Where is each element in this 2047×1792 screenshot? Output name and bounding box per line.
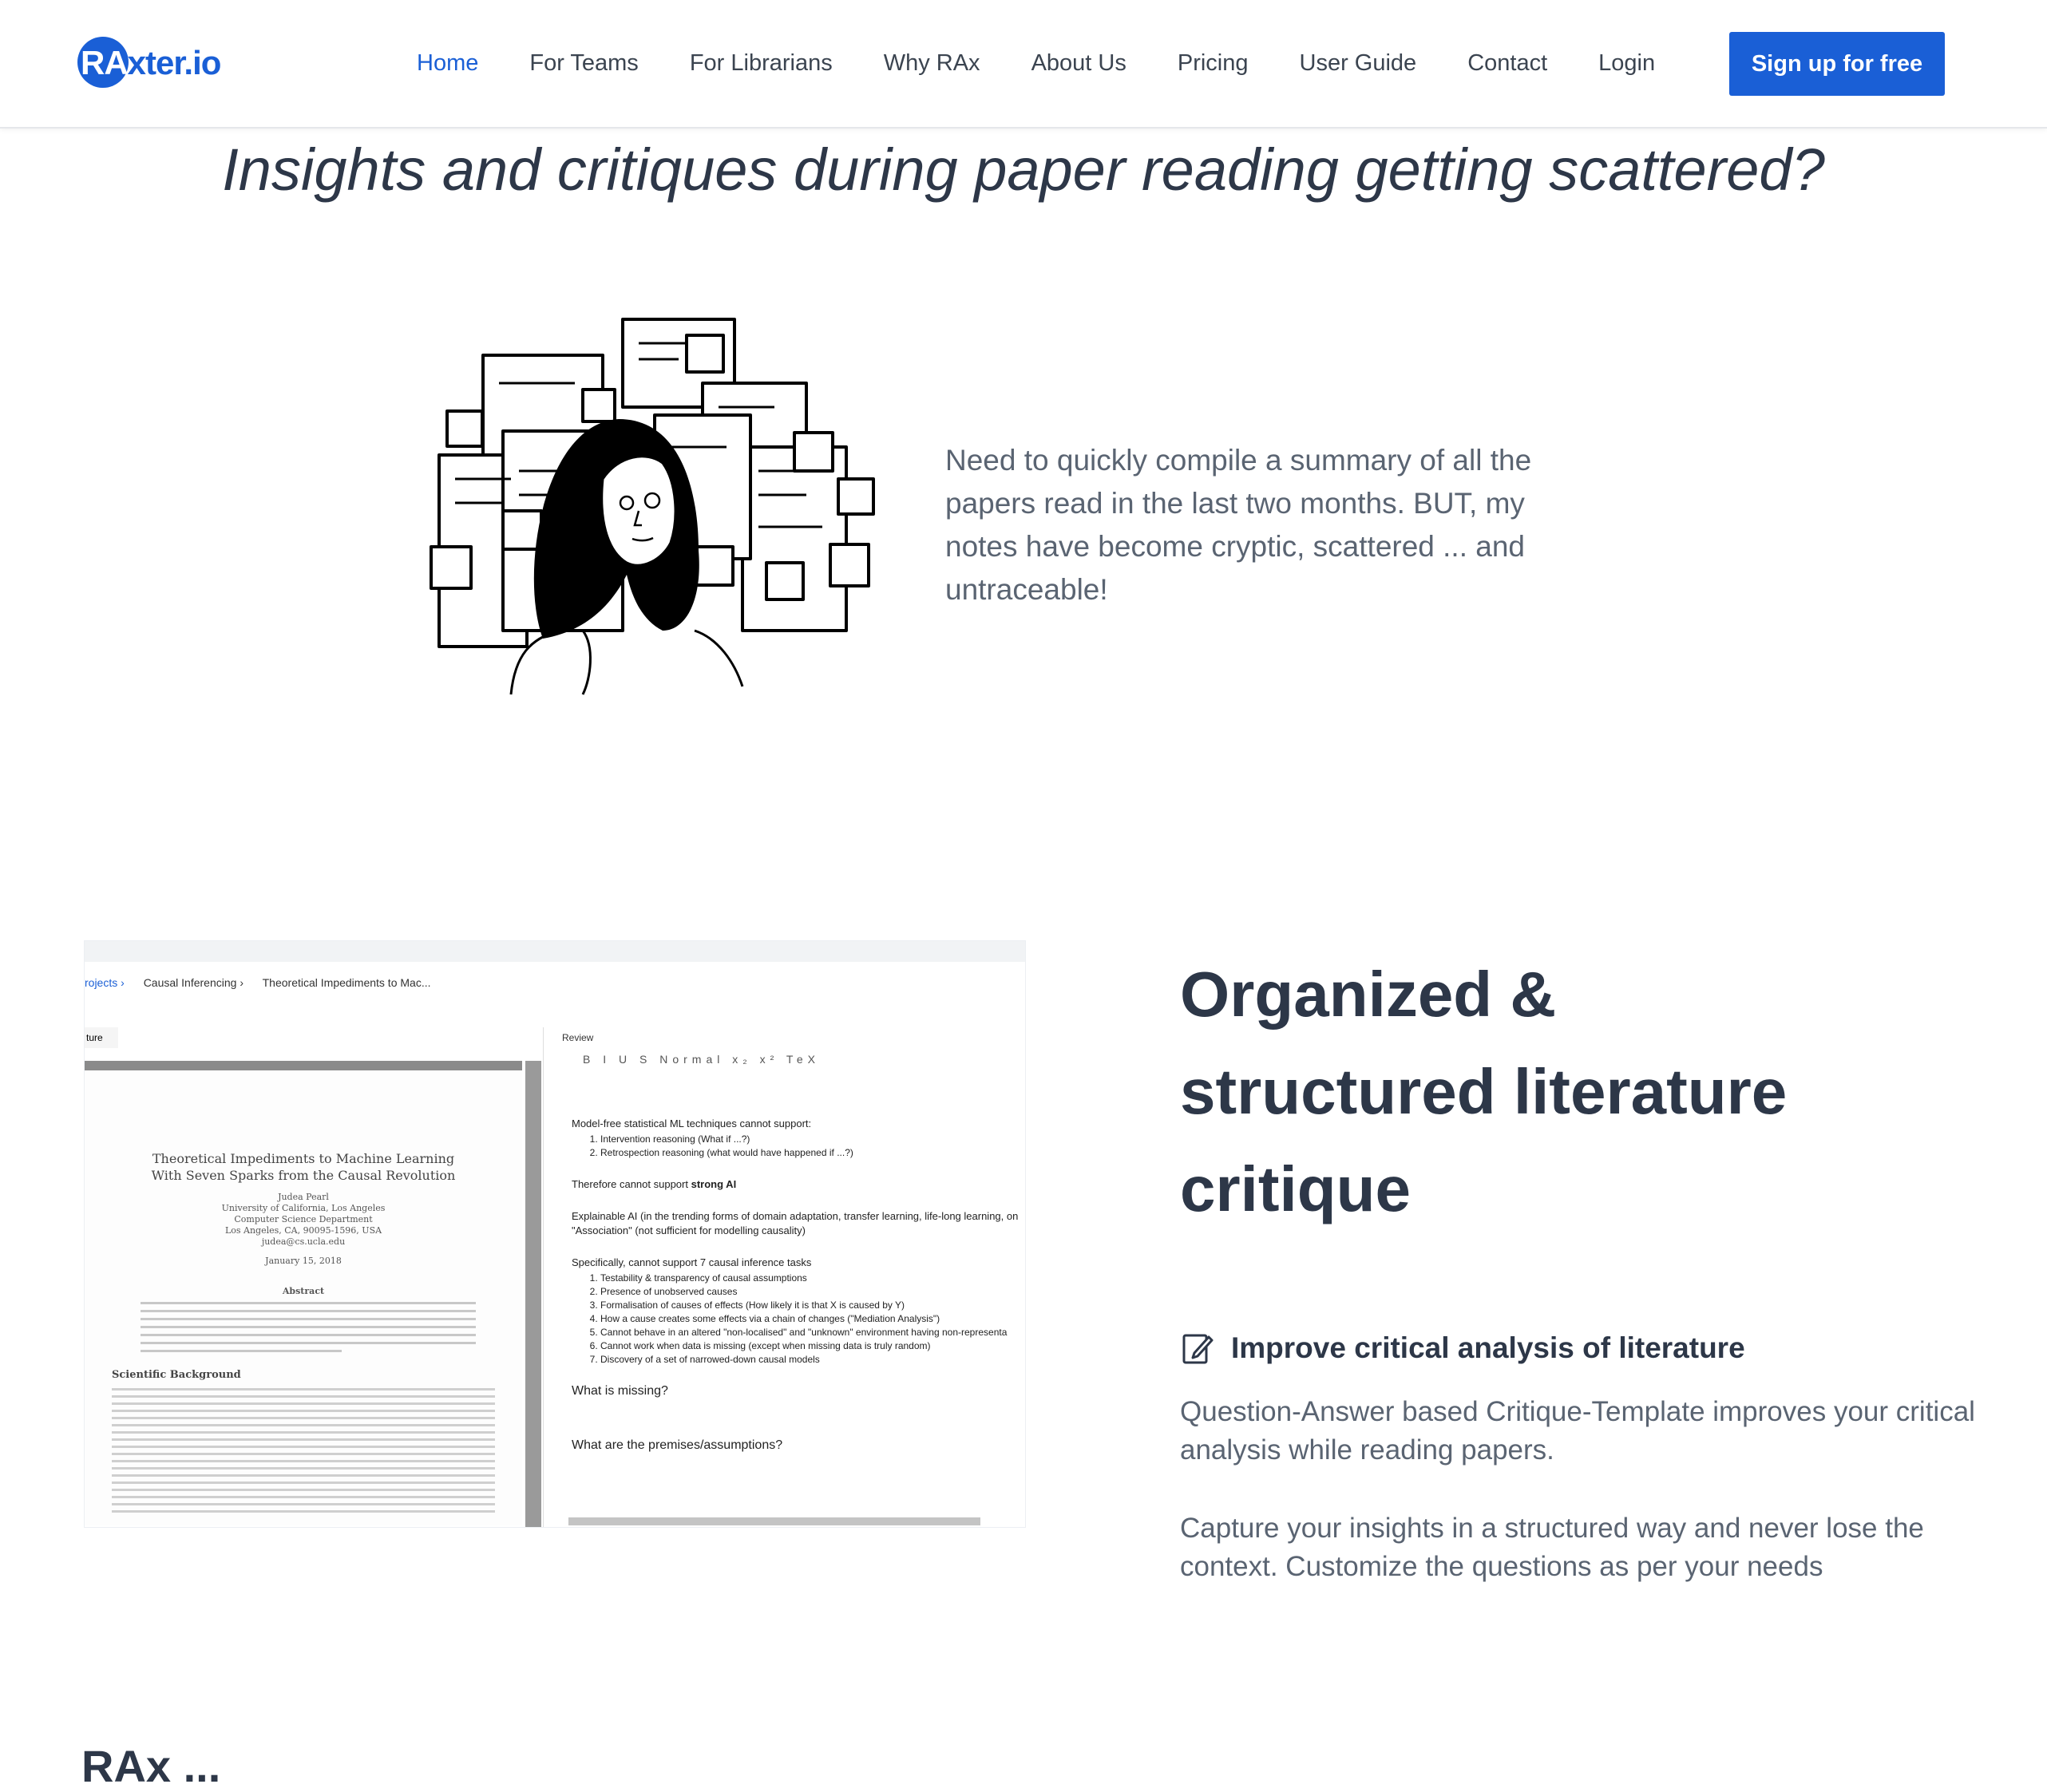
paper-abstract-heading: Abstract [282, 1286, 325, 1296]
hero-tagline: Insights and critiques during paper read… [222, 136, 1825, 203]
review-tab[interactable]: Review [562, 1027, 593, 1048]
feature-description-1: Question-Answer based Critique-Template … [1180, 1396, 1975, 1466]
pdf-scrollbar[interactable] [525, 1061, 541, 1527]
editor-toolbar[interactable]: B I U S Normal x₂ x² TeX [583, 1053, 820, 1066]
logo-text: RAxter.io [81, 44, 221, 81]
list-item: Testability & transparency of causal ass… [600, 1272, 1019, 1285]
review-question-premises: What are the premises/assumptions? [572, 1438, 783, 1452]
paper-date: January 15, 2018 [265, 1256, 342, 1266]
nav-for-librarians[interactable]: For Librarians [690, 50, 833, 77]
review-horizontal-scrollbar[interactable] [568, 1517, 980, 1525]
list-item: Cannot behave in an altered "non-localis… [600, 1326, 1019, 1339]
list-item: How a cause creates some effects via a c… [600, 1312, 1019, 1326]
review-content[interactable]: Model-free statistical ML techniques can… [572, 1117, 1019, 1493]
review-pane: Review B I U S Normal x₂ x² TeX Model-fr… [559, 1027, 1025, 1527]
nav-why-rax[interactable]: Why RAx [884, 50, 980, 77]
top-navbar: RAxter.io Home For Teams For Librarians … [0, 0, 2047, 129]
review-explainable: Explainable AI (in the trending forms of… [572, 1210, 1019, 1236]
breadcrumb-causal-inferencing[interactable]: Causal Inferencing › [144, 976, 244, 989]
next-section-heading: RAx ... [81, 1741, 221, 1791]
list-item: Discovery of a set of narrowed-down caus… [600, 1353, 1019, 1367]
nav-contact[interactable]: Contact [1467, 50, 1547, 77]
logo[interactable]: RAxter.io [77, 37, 221, 89]
paper-title: Theoretical Impediments to Machine Learn… [151, 1151, 456, 1183]
list-item: Cannot work when data is missing (except… [600, 1339, 1019, 1353]
review-list-1: Intervention reasoning (What if ...?) Re… [572, 1133, 1019, 1160]
feature-title: Improve critical analysis of literature [1231, 1331, 1745, 1364]
screenshot-topbar [85, 941, 1025, 962]
literature-tab[interactable]: ture [85, 1027, 118, 1048]
feature-description-2: Capture your insights in a structured wa… [1180, 1513, 1924, 1582]
paper-section-heading: Scientific Background [112, 1369, 241, 1381]
review-therefore: Therefore cannot support strong AI [572, 1178, 737, 1190]
pdf-pane: ture Theoretical Impediments to Machine … [85, 1027, 544, 1527]
nav-about-us[interactable]: About Us [1031, 50, 1126, 77]
breadcrumb-projects[interactable]: rojects › [85, 976, 125, 989]
list-item: Formalisation of causes of effects (How … [600, 1299, 1019, 1312]
nav-user-guide[interactable]: User Guide [1300, 50, 1417, 77]
breadcrumb-paper[interactable]: Theoretical Impediments to Mac... [263, 976, 431, 989]
signup-button[interactable]: Sign up for free [1729, 32, 1945, 96]
review-question-missing: What is missing? [572, 1384, 668, 1398]
nav-for-teams[interactable]: For Teams [529, 50, 638, 77]
paper-author: Judea Pearl University of California, Lo… [221, 1192, 386, 1247]
list-item: Presence of unobserved causes [600, 1285, 1019, 1299]
review-intro: Model-free statistical ML techniques can… [572, 1118, 812, 1129]
breadcrumb: rojects › Causal Inferencing › Theoretic… [85, 976, 447, 989]
review-list-2: Testability & transparency of causal ass… [572, 1272, 1019, 1367]
overwhelmed-researcher-illustration [430, 318, 875, 695]
pdf-page: Theoretical Impediments to Machine Learn… [85, 1061, 522, 1525]
list-item: Retrospection reasoning (what would have… [600, 1146, 1019, 1160]
review-specifically: Specifically, cannot support 7 causal in… [572, 1256, 812, 1268]
section-text [112, 1388, 495, 1517]
nav-pricing[interactable]: Pricing [1178, 50, 1249, 77]
feature-heading: Organized & structured literature critiq… [1180, 959, 1788, 1224]
nav-home[interactable]: Home [417, 50, 478, 77]
edit-icon [1182, 1334, 1214, 1364]
abstract-text [141, 1302, 476, 1358]
nav-menu: Home For Teams For Librarians Why RAx Ab… [417, 0, 1706, 127]
hero-description: Need to quickly compile a summary of all… [945, 444, 1532, 606]
nav-login[interactable]: Login [1598, 50, 1655, 77]
list-item: Intervention reasoning (What if ...?) [600, 1133, 1019, 1146]
app-screenshot: rojects › Causal Inferencing › Theoretic… [84, 940, 1026, 1528]
